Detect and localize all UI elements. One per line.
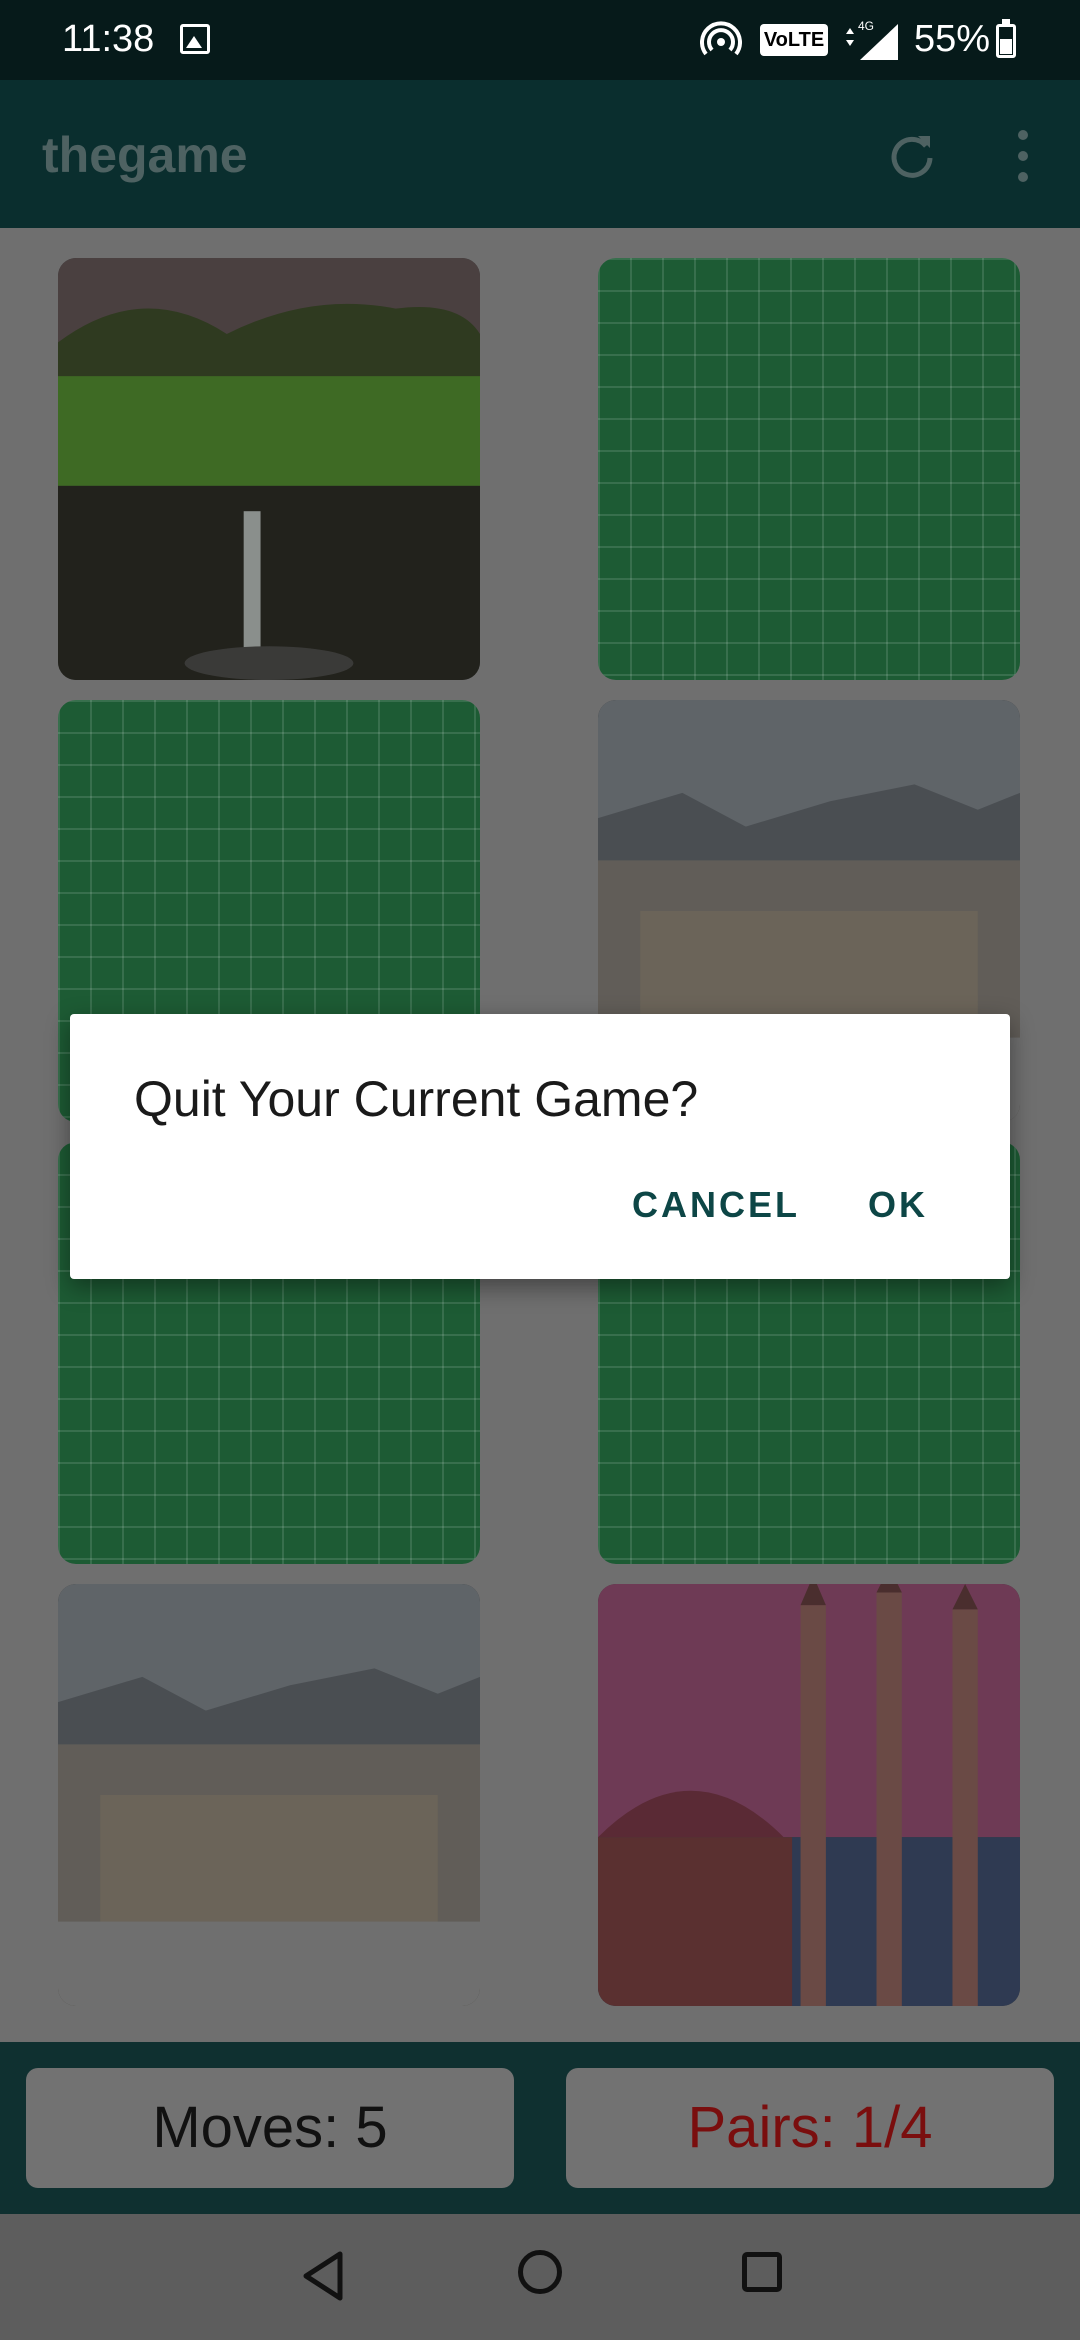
image-notification-icon (180, 24, 210, 54)
volte-icon: VoLTE (760, 24, 828, 56)
app-bar: thegame (0, 80, 1080, 228)
cancel-button[interactable]: CANCEL (632, 1184, 800, 1226)
refresh-icon[interactable] (886, 130, 938, 182)
stats-bar: Moves: 5 Pairs: 1/4 (0, 2042, 1080, 2214)
card-waterfall[interactable] (58, 258, 480, 680)
hotspot-icon (700, 21, 742, 56)
card-mosque[interactable] (598, 1584, 1020, 2006)
signal-icon: 4G (846, 19, 898, 60)
more-vertical-icon[interactable] (1008, 128, 1038, 184)
home-icon[interactable] (518, 2250, 562, 2294)
ok-button[interactable]: OK (868, 1184, 928, 1226)
battery-icon (996, 19, 1016, 58)
quit-game-dialog: Quit Your Current Game? CANCEL OK (70, 1014, 1010, 1279)
navigation-bar (0, 2214, 1080, 2340)
card-snowy-town[interactable] (58, 1584, 480, 2006)
card-hidden[interactable] (598, 258, 1020, 680)
back-icon[interactable] (296, 2248, 352, 2304)
dialog-title: Quit Your Current Game? (134, 1071, 699, 1127)
status-bar: 11:38 VoLTE 4G 55% (0, 0, 1080, 80)
pairs-counter: Pairs: 1/4 (566, 2068, 1054, 2188)
recents-icon[interactable] (742, 2252, 782, 2292)
status-time: 11:38 (62, 18, 155, 60)
app-title: thegame (42, 127, 248, 183)
moves-counter: Moves: 5 (26, 2068, 514, 2188)
battery-percent: 55% (914, 18, 991, 60)
network-type-label: 4G (858, 19, 874, 33)
